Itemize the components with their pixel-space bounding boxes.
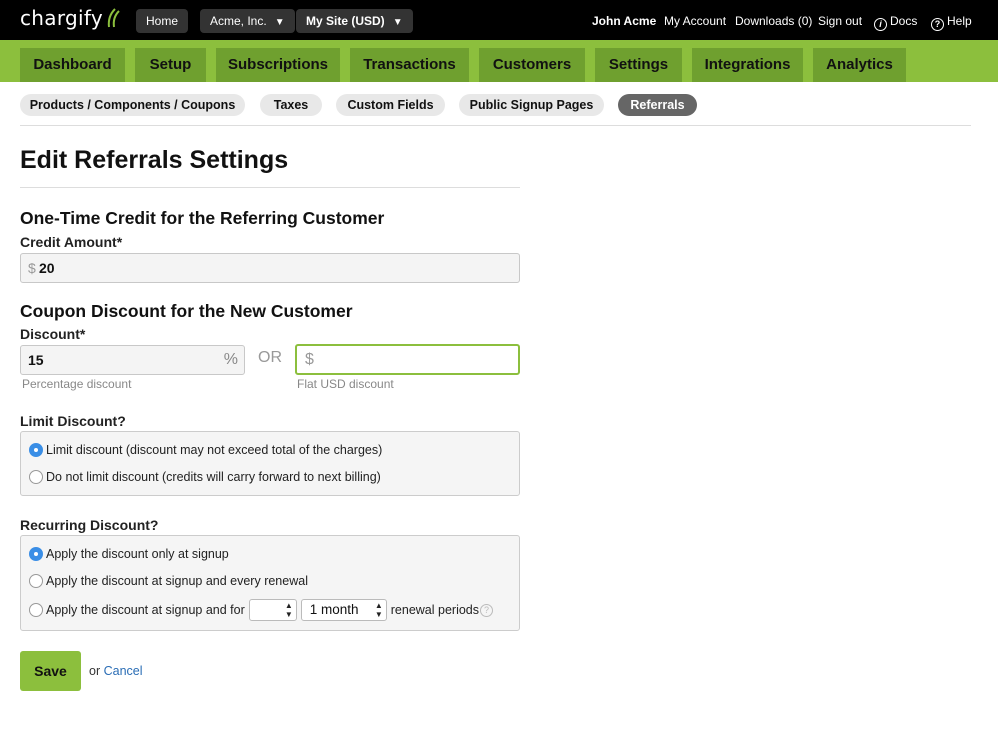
docs-link[interactable]: i Docs	[874, 14, 917, 31]
tab-analytics[interactable]: Analytics	[813, 48, 906, 82]
org-label: Acme, Inc.	[210, 14, 267, 28]
subnav-taxes[interactable]: Taxes	[260, 94, 322, 116]
recurring-option-limited-renewals-label: Apply the discount at signup and for	[46, 603, 245, 617]
recurring-option-limited-renewals[interactable]: Apply the discount at signup and for ▲ ▼ …	[29, 599, 493, 621]
leaf-icon	[107, 8, 120, 28]
credit-heading: One-Time Credit for the Referring Custom…	[20, 208, 385, 228]
recurring-option-signup-only-label: Apply the discount only at signup	[46, 547, 229, 561]
site-dropdown[interactable]: My Site (USD) ▼	[296, 9, 413, 33]
dollar-prefix: $	[305, 351, 314, 368]
downloads-link[interactable]: Downloads (0)	[735, 14, 812, 28]
limit-option-limit-label: Limit discount (discount may not exceed …	[46, 443, 383, 457]
percent-suffix: %	[223, 351, 238, 368]
credit-amount-input[interactable]: $ 20	[20, 253, 520, 283]
credit-amount-value: 20	[39, 260, 55, 276]
tab-customers[interactable]: Customers	[479, 48, 585, 82]
tab-setup[interactable]: Setup	[135, 48, 206, 82]
percentage-discount-input[interactable]: 15 %	[20, 345, 245, 375]
recurring-option-signup-only[interactable]: Apply the discount only at signup	[29, 547, 229, 561]
renewal-period-value: 1 month	[309, 602, 359, 617]
recurring-option-every-renewal[interactable]: Apply the discount at signup and every r…	[29, 574, 308, 588]
coupon-heading: Coupon Discount for the New Customer	[20, 301, 353, 321]
home-label: Home	[146, 14, 179, 28]
org-dropdown[interactable]: Acme, Inc. ▼	[200, 9, 295, 33]
chargify-logo[interactable]: chargify	[20, 6, 120, 30]
flat-discount-help: Flat USD discount	[297, 377, 394, 391]
percentage-discount-value: 15	[28, 352, 44, 368]
subnav-products[interactable]: Products / Components / Coupons	[20, 94, 245, 116]
home-button[interactable]: Home	[136, 9, 189, 33]
recurring-discount-group: Apply the discount only at signup Apply …	[20, 535, 520, 631]
help-question-icon[interactable]: ?	[480, 603, 493, 617]
tab-transactions[interactable]: Transactions	[350, 48, 469, 82]
my-account-link[interactable]: My Account	[664, 14, 726, 28]
renewal-period-select[interactable]: 1 month ▲ ▼	[300, 599, 387, 621]
caret-down-icon: ▼	[392, 17, 403, 28]
tab-dashboard[interactable]: Dashboard	[20, 48, 125, 82]
caret-down-icon: ▼	[274, 17, 285, 28]
renewal-periods-label: renewal periods	[390, 603, 479, 617]
radio-checked[interactable]	[29, 547, 43, 561]
renewal-count-select[interactable]: ▲ ▼	[248, 599, 297, 621]
select-arrows-icon: ▲ ▼	[284, 601, 293, 619]
percentage-discount-help: Percentage discount	[22, 377, 132, 391]
user-name[interactable]: John Acme	[592, 14, 656, 28]
site-label: My Site (USD)	[306, 14, 385, 28]
cancel-group: or Cancel	[89, 664, 143, 678]
tab-integrations[interactable]: Integrations	[692, 48, 803, 82]
credit-amount-label: Credit Amount*	[20, 234, 123, 250]
limit-option-no-limit-label: Do not limit discount (credits will carr…	[46, 470, 381, 484]
tab-subscriptions[interactable]: Subscriptions	[216, 48, 340, 82]
cancel-link[interactable]: Cancel	[104, 664, 143, 678]
logo-text: chargify	[20, 6, 103, 30]
radio-checked[interactable]	[29, 443, 43, 457]
discount-label: Discount*	[20, 326, 86, 342]
sign-out-link[interactable]: Sign out	[818, 14, 862, 28]
radio-unchecked[interactable]	[29, 470, 43, 484]
recurring-option-every-renewal-label: Apply the discount at signup and every r…	[46, 574, 308, 588]
flat-discount-input[interactable]: $	[295, 344, 520, 375]
main-nav: Dashboard Setup Subscriptions Transactio…	[0, 40, 998, 82]
limit-discount-label: Limit Discount?	[20, 413, 126, 429]
title-divider	[20, 187, 520, 188]
info-icon: i	[874, 18, 887, 31]
limit-discount-group: Limit discount (discount may not exceed …	[20, 431, 520, 496]
recurring-discount-label: Recurring Discount?	[20, 517, 159, 533]
top-bar: chargify Home Acme, Inc. ▼ My Site (USD) ▼…	[0, 0, 998, 40]
radio-unchecked[interactable]	[29, 603, 43, 617]
subnav-referrals[interactable]: Referrals	[618, 94, 697, 116]
or-text: or	[89, 664, 101, 678]
help-label: Help	[947, 14, 972, 28]
help-link[interactable]: ? Help	[931, 14, 972, 31]
subnav-divider	[20, 125, 971, 126]
limit-option-limit[interactable]: Limit discount (discount may not exceed …	[29, 443, 382, 457]
subnav-public-signup-pages[interactable]: Public Signup Pages	[459, 94, 604, 116]
dollar-prefix: $	[28, 260, 36, 276]
or-separator: OR	[258, 349, 282, 366]
limit-option-no-limit[interactable]: Do not limit discount (credits will carr…	[29, 470, 381, 484]
radio-unchecked[interactable]	[29, 574, 43, 588]
page-title: Edit Referrals Settings	[20, 146, 289, 174]
tab-settings[interactable]: Settings	[595, 48, 682, 82]
question-icon: ?	[931, 18, 944, 31]
select-arrows-icon: ▲ ▼	[374, 601, 383, 619]
save-button[interactable]: Save	[20, 651, 81, 691]
subnav-custom-fields[interactable]: Custom Fields	[336, 94, 445, 116]
docs-label: Docs	[890, 14, 918, 28]
